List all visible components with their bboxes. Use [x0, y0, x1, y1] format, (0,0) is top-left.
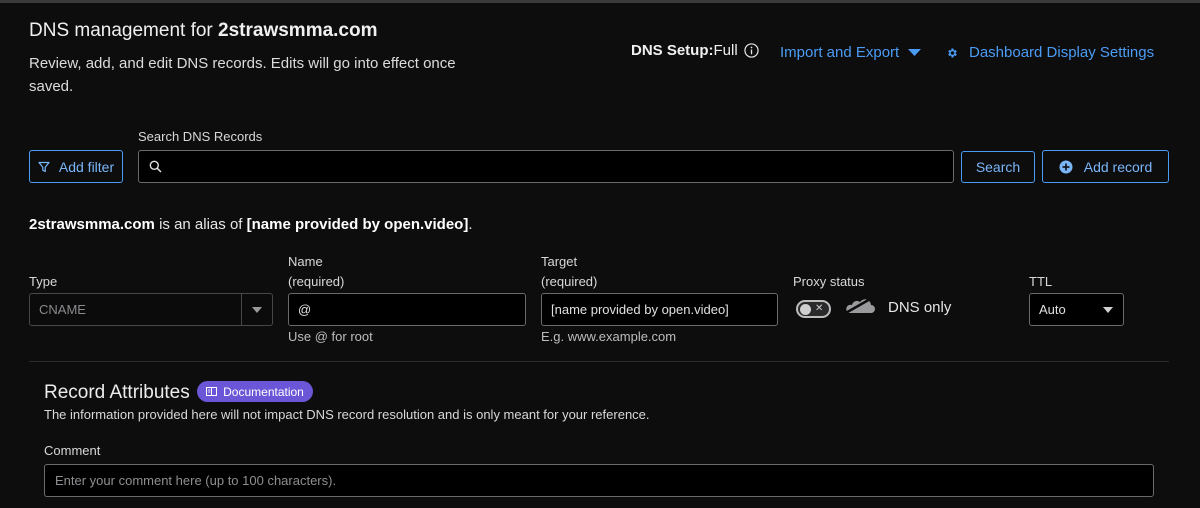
name-label-text: Name [288, 254, 323, 269]
comment-input[interactable] [53, 472, 1153, 489]
alias-target: [name provided by open.video] [246, 216, 469, 233]
dashboard-display-settings-label: Dashboard Display Settings [969, 44, 1155, 61]
add-filter-label: Add filter [58, 158, 115, 175]
info-icon[interactable] [744, 43, 759, 58]
proxy-status-label: Proxy status [793, 274, 865, 289]
name-hint: Use @ for root [288, 329, 373, 344]
add-filter-button[interactable]: Add filter [29, 150, 123, 183]
proxy-status-value: DNS only [888, 299, 952, 316]
ttl-select[interactable]: Auto [1029, 293, 1124, 326]
ttl-label: TTL [1029, 274, 1053, 289]
cloud-icon [843, 296, 875, 315]
name-input[interactable]: @ [288, 293, 526, 326]
caret-down-icon [908, 48, 922, 56]
import-export-label: Import and Export [780, 44, 900, 61]
alias-domain: 2strawsmma.com [29, 216, 155, 233]
plus-circle-icon [1059, 160, 1073, 173]
section-divider [29, 361, 1169, 362]
search-input[interactable] [170, 157, 953, 176]
search-icon [149, 160, 162, 173]
name-required-text: (required) [288, 274, 345, 289]
type-label: Type [29, 274, 58, 289]
dns-setup-status: DNS Setup: Full [631, 42, 759, 59]
search-dns-records-field[interactable] [138, 150, 954, 183]
alias-middle-text: is an alias of [154, 216, 247, 233]
dns-setup-label: DNS Setup: [631, 42, 714, 59]
target-hint: E.g. www.example.com [541, 329, 677, 344]
search-label: Search DNS Records [138, 129, 263, 144]
import-export-button[interactable]: Import and Export [780, 44, 922, 61]
add-record-label: Add record [1083, 158, 1153, 175]
proxy-status-toggle[interactable]: ✕ [796, 300, 831, 318]
record-attributes-title: Record Attributes [44, 382, 190, 403]
alias-end: . [468, 216, 473, 233]
page-title: DNS management for 2strawsmma.com [29, 20, 378, 42]
page-title-prefix: DNS management for [29, 20, 219, 41]
target-required-text: (required) [541, 274, 598, 289]
documentation-link[interactable]: Documentation [197, 381, 313, 402]
search-button[interactable]: Search [961, 151, 1035, 183]
target-label-text: Target [541, 254, 578, 269]
add-record-button[interactable]: Add record [1042, 150, 1169, 183]
top-border [0, 0, 1200, 3]
chevron-down-icon [252, 306, 262, 313]
dashboard-display-settings-button[interactable]: Dashboard Display Settings [946, 44, 1154, 61]
record-attributes-description: The information provided here will not i… [44, 407, 650, 422]
page-title-domain: 2strawsmma.com [218, 20, 378, 41]
name-label: Name (required) [288, 252, 344, 292]
alias-notice: 2strawsmma.com is an alias of [name prov… [29, 216, 473, 233]
toggle-off-icon: ✕ [815, 303, 824, 314]
toggle-knob [800, 303, 811, 315]
target-label: Target (required) [541, 252, 597, 292]
comment-label: Comment [44, 443, 101, 458]
type-dropdown-toggle[interactable] [241, 294, 272, 325]
ttl-value: Auto [1039, 302, 1066, 317]
type-value: CNAME [39, 302, 86, 317]
gear-icon [948, 48, 957, 57]
target-input[interactable]: [name provided by open.video] [541, 293, 778, 326]
book-icon [206, 387, 218, 396]
documentation-label: Documentation [223, 384, 304, 399]
comment-field[interactable] [44, 464, 1154, 497]
page-subtitle: Review, add, and edit DNS records. Edits… [29, 55, 456, 95]
type-select[interactable]: CNAME [29, 293, 273, 326]
filter-icon [38, 161, 50, 172]
chevron-down-icon [1103, 306, 1113, 313]
dns-setup-value: Full [713, 42, 738, 59]
